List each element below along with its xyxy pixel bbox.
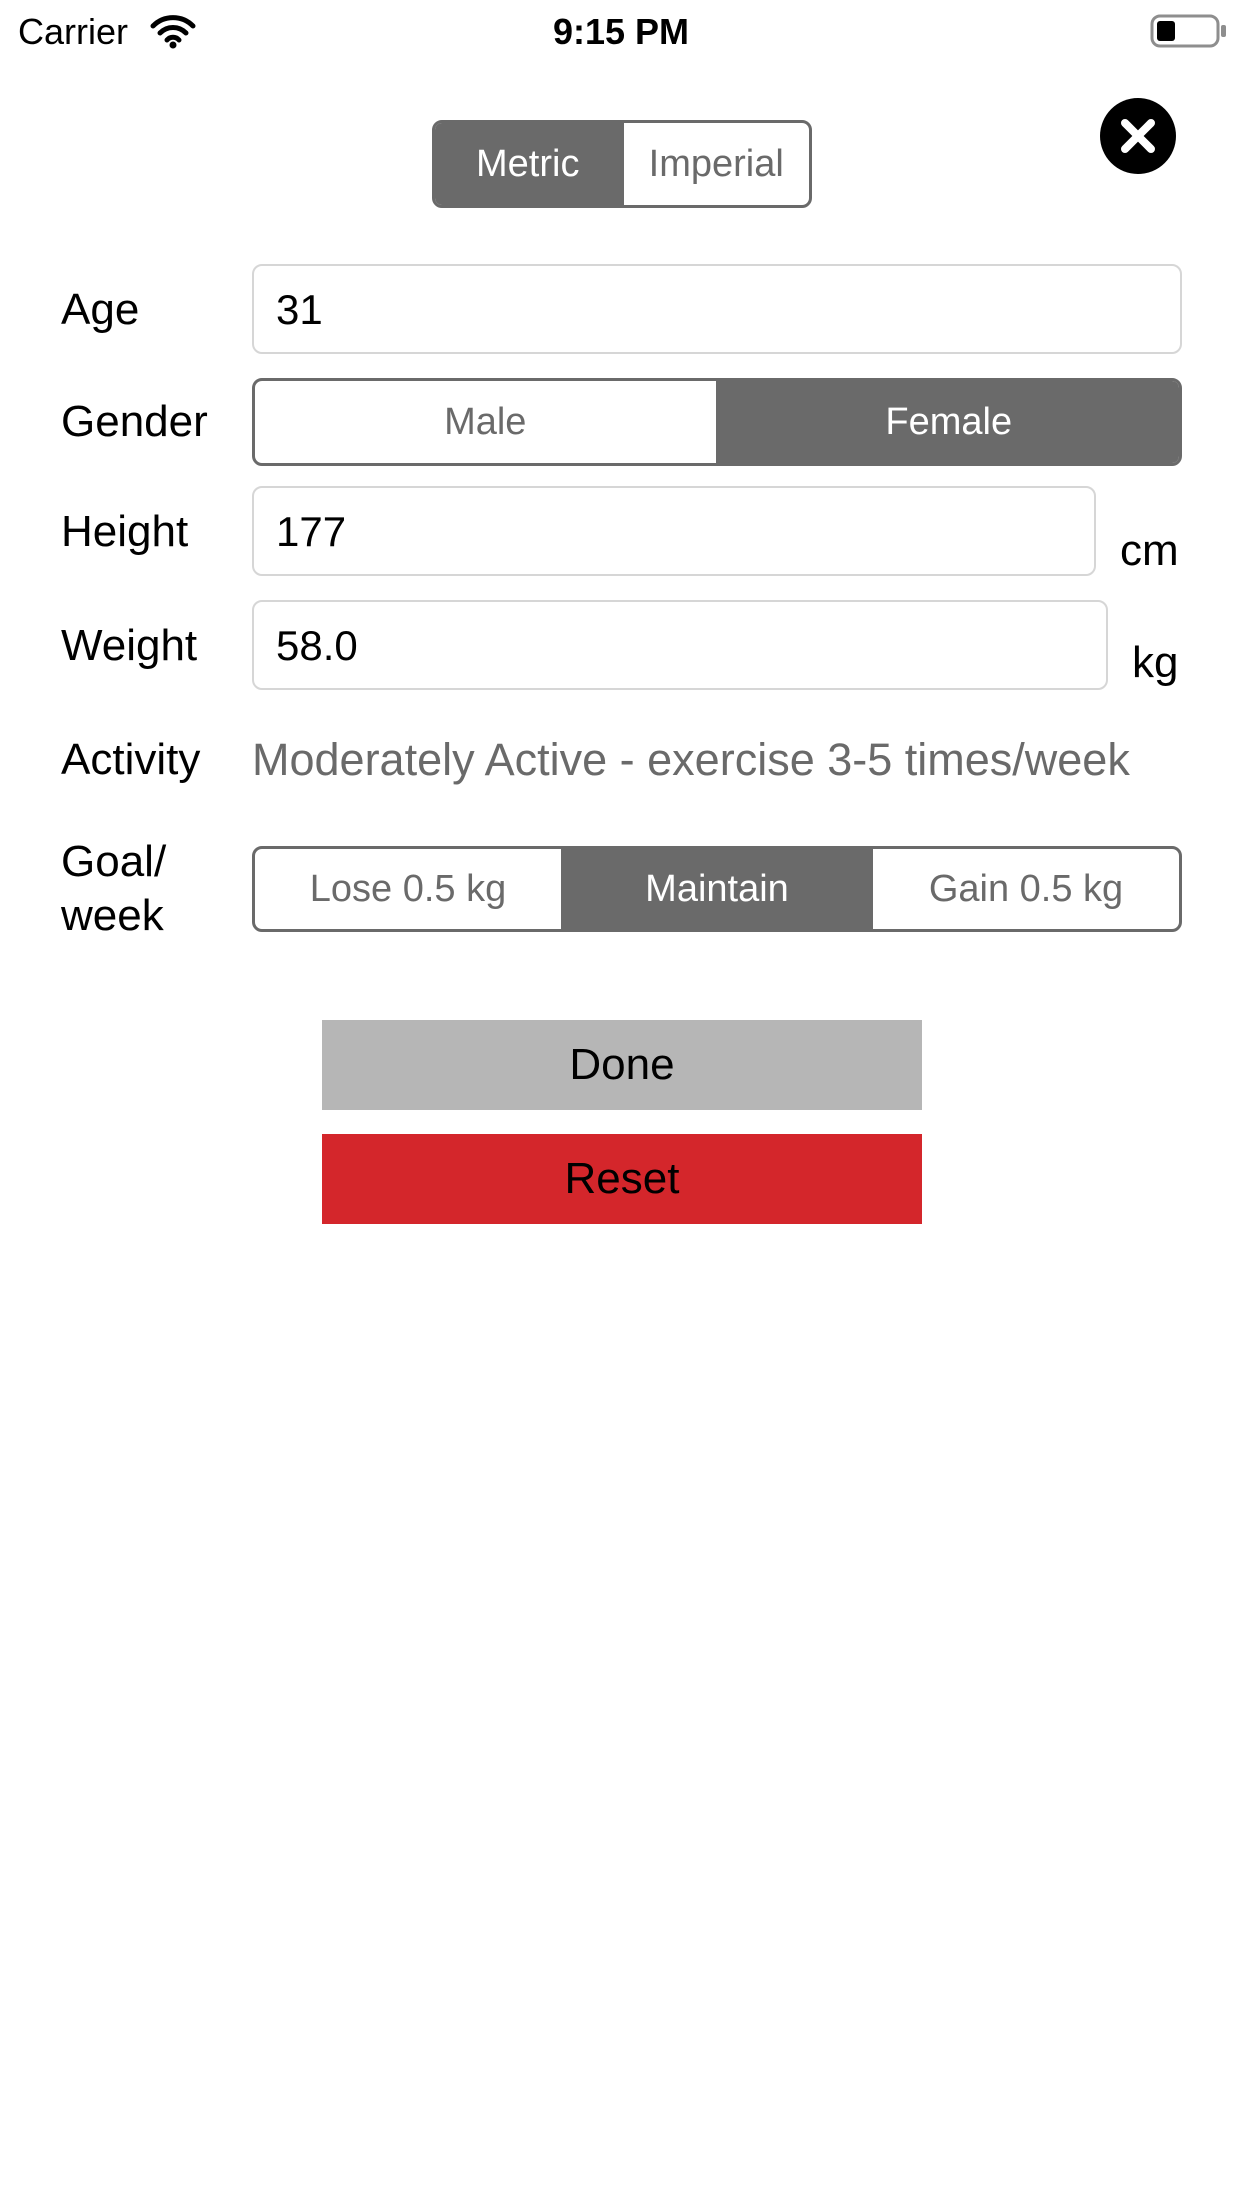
close-icon (1121, 119, 1155, 153)
goal-maintain-segment[interactable]: Maintain (561, 849, 870, 929)
gender-segmented-control: Male Female (252, 378, 1182, 466)
weight-unit: kg (1132, 638, 1179, 687)
weight-field[interactable]: 58.0 (252, 600, 1108, 690)
age-label: Age (61, 285, 140, 334)
height-field[interactable]: 177 (252, 486, 1096, 576)
units-imperial-segment[interactable]: Imperial (620, 123, 810, 205)
done-button[interactable]: Done (322, 1020, 922, 1110)
reset-button[interactable]: Reset (322, 1134, 922, 1224)
goal-lose-segment[interactable]: Lose 0.5 kg (255, 849, 561, 929)
weight-label: Weight (61, 621, 198, 670)
units-segmented-control: Metric Imperial (432, 120, 812, 208)
gender-male-segment[interactable]: Male (255, 381, 716, 463)
goal-segmented-control: Lose 0.5 kg Maintain Gain 0.5 kg (252, 846, 1182, 932)
height-label: Height (61, 507, 189, 556)
gender-female-segment[interactable]: Female (715, 381, 1179, 463)
units-metric-segment[interactable]: Metric (435, 123, 621, 205)
height-unit: cm (1120, 526, 1179, 575)
close-button[interactable] (1100, 98, 1176, 174)
goal-label-line1: Goal/ (61, 837, 167, 886)
goal-label-line2: week (61, 891, 164, 940)
goal-gain-segment[interactable]: Gain 0.5 kg (870, 849, 1179, 929)
status-time: 9:15 PM (552, 11, 690, 52)
battery-icon (1150, 14, 1228, 48)
activity-label: Activity (61, 735, 201, 784)
gender-label: Gender (61, 397, 208, 446)
activity-selector[interactable]: Moderately Active - exercise 3-5 times/w… (252, 732, 1130, 788)
age-field[interactable]: 31 (252, 264, 1182, 354)
